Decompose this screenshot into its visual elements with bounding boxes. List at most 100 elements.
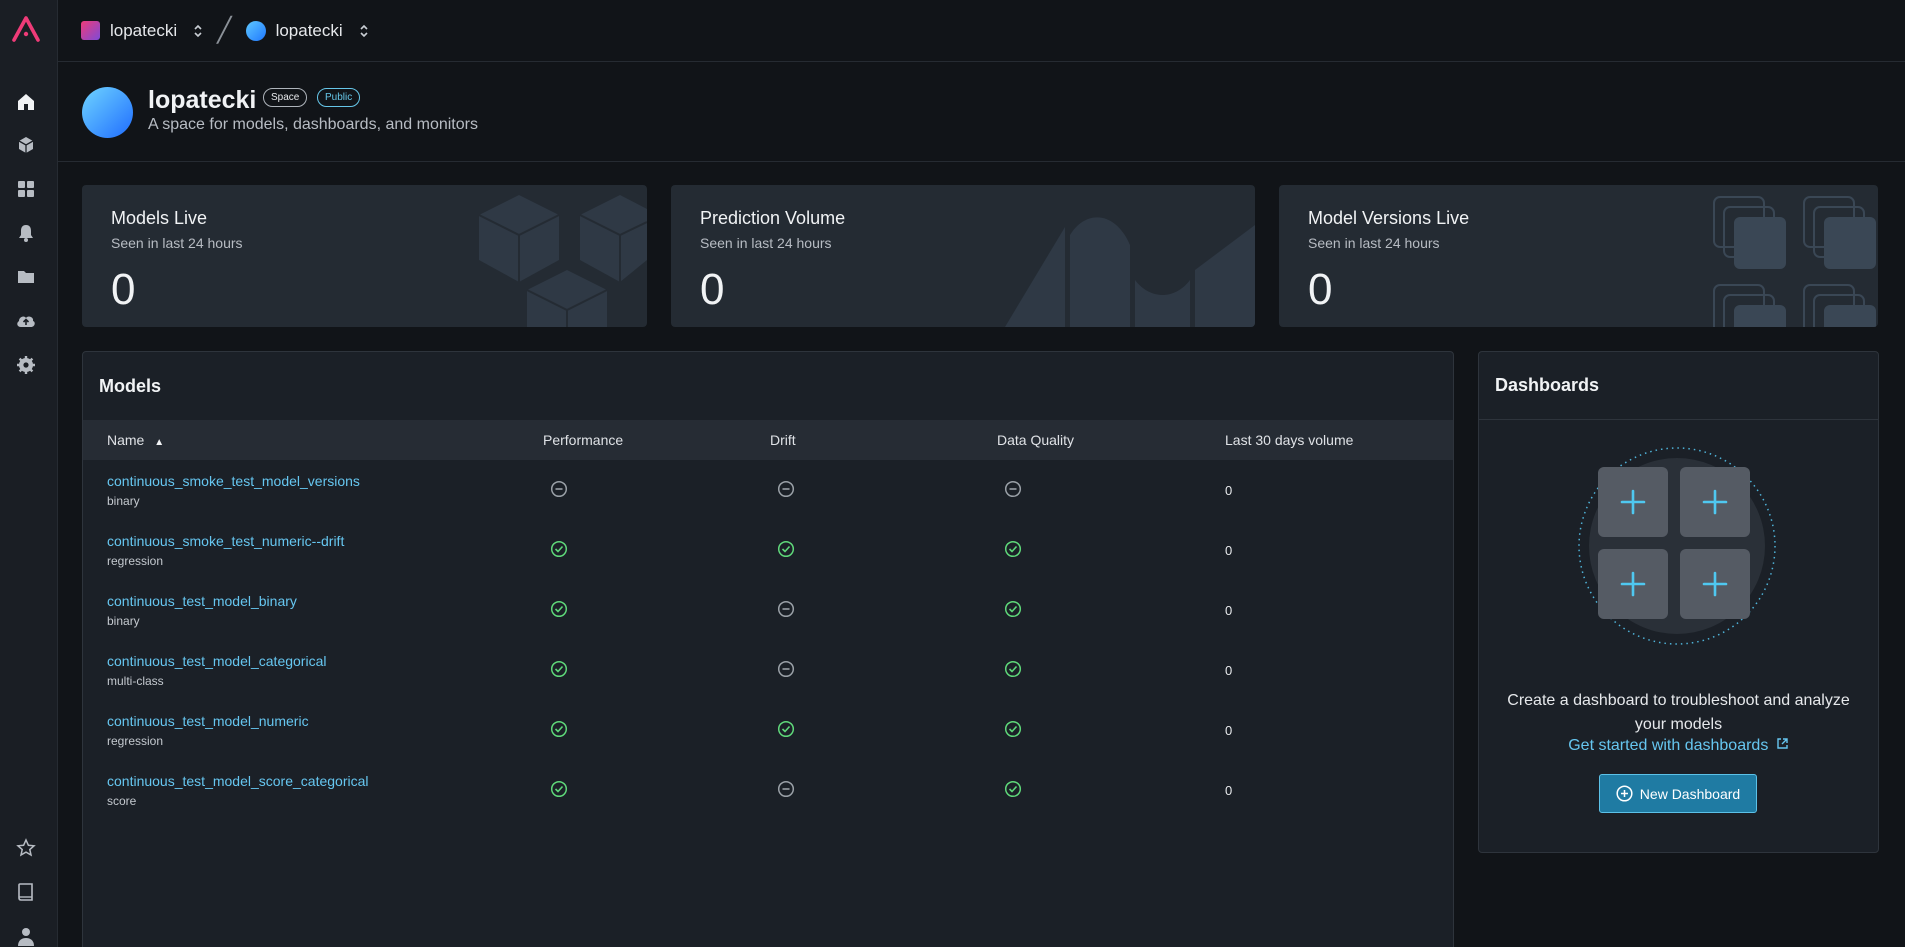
minus-circle-icon[interactable] <box>1004 480 1022 501</box>
space-avatar <box>245 20 266 41</box>
performance-status-cell <box>543 760 770 820</box>
breadcrumb-separator: ╱ <box>217 17 232 44</box>
cube-icon[interactable] <box>14 133 38 157</box>
cubes-illustration <box>478 195 647 327</box>
check-circle-icon[interactable] <box>550 660 568 681</box>
volume-cell: 0 <box>1225 782 1233 798</box>
column-header-name[interactable]: Name ▲ <box>83 420 543 460</box>
model-type-label: score <box>107 793 137 808</box>
column-header-performance[interactable]: Performance <box>543 420 770 460</box>
drift-status-cell <box>770 580 997 640</box>
space-header: lopatecki Space Public A space for model… <box>58 62 1905 162</box>
model-name-cell: continuous_test_model_categorical multi-c… <box>83 640 543 700</box>
table-row[interactable]: continuous_smoke_test_numeric--drift regr… <box>83 520 1453 580</box>
model-name-link[interactable]: continuous_smoke_test_model_versions <box>107 473 543 489</box>
get-started-dashboards-link[interactable]: Get started with dashboards <box>1479 737 1878 755</box>
cloud-upload-icon[interactable] <box>14 309 38 333</box>
dashboards-panel-title: Dashboards <box>1479 352 1878 420</box>
minus-circle-icon[interactable] <box>777 600 795 621</box>
new-dashboard-button[interactable]: New Dashboard <box>1599 774 1757 813</box>
org-switcher[interactable]: lopatecki <box>81 21 203 41</box>
gear-icon[interactable] <box>14 353 38 377</box>
stat-value: 0 <box>1308 265 1333 314</box>
stat-card-model-versions-live: Model Versions Live Seen in last 24 hour… <box>1279 185 1878 327</box>
space-switcher[interactable]: lopatecki <box>245 20 369 41</box>
check-circle-icon[interactable] <box>1004 720 1022 741</box>
versions-illustration <box>1713 196 1876 327</box>
table-row[interactable]: continuous_test_model_numeric regression 0 <box>83 700 1453 760</box>
check-circle-icon[interactable] <box>1004 660 1022 681</box>
space-name: lopatecki <box>275 20 343 40</box>
bell-icon[interactable] <box>14 221 38 245</box>
star-icon[interactable] <box>14 836 38 860</box>
dashboards-empty-text: Create a dashboard to troubleshoot and a… <box>1507 692 1850 733</box>
data-quality-status-cell <box>997 520 1225 580</box>
model-name-cell: continuous_smoke_test_numeric--drift regr… <box>83 520 543 580</box>
model-name-cell: continuous_test_model_numeric regression <box>83 700 543 760</box>
column-header-data-quality[interactable]: Data Quality <box>997 420 1225 460</box>
performance-status-cell <box>543 520 770 580</box>
model-name-link[interactable]: continuous_test_model_score_categorical <box>107 773 543 789</box>
check-circle-icon[interactable] <box>550 600 568 621</box>
grid-icon[interactable] <box>14 177 38 201</box>
minus-circle-icon[interactable] <box>777 660 795 681</box>
stat-title: Models Live <box>111 208 208 228</box>
plus-circle-icon <box>1616 785 1633 802</box>
column-header-volume[interactable]: Last 30 days volume <box>1225 420 1453 460</box>
minus-circle-icon[interactable] <box>550 480 568 501</box>
table-row[interactable]: continuous_test_model_score_categoricals… <box>83 760 1453 820</box>
folder-icon[interactable] <box>14 265 38 289</box>
arize-logo-icon[interactable] <box>8 10 44 46</box>
check-circle-icon[interactable] <box>1004 780 1022 801</box>
stat-value: 0 <box>111 265 136 314</box>
drift-status-cell <box>770 460 997 520</box>
space-badge: Space <box>263 88 308 107</box>
user-icon[interactable] <box>14 924 38 947</box>
volume-cell: 0 <box>1225 542 1233 558</box>
stat-title: Model Versions Live <box>1308 208 1470 228</box>
check-circle-icon[interactable] <box>1004 540 1022 561</box>
org-name: lopatecki <box>110 20 178 40</box>
check-circle-icon[interactable] <box>550 720 568 741</box>
side-nav-rail <box>0 0 58 947</box>
drift-status-cell <box>770 520 997 580</box>
check-circle-icon[interactable] <box>550 540 568 561</box>
table-row[interactable]: continuous_smoke_test_model_versions bina… <box>83 460 1453 520</box>
models-panel: Models Name ▲ Performance Drift Data Qua… <box>82 351 1454 947</box>
model-name-link[interactable]: continuous_test_model_categorical <box>107 653 543 669</box>
performance-status-cell <box>543 460 770 520</box>
home-icon[interactable] <box>14 90 38 114</box>
minus-circle-icon[interactable] <box>777 780 795 801</box>
dashboards-panel: Dashboards Create a dashboard to trouble… <box>1478 351 1879 853</box>
model-name-link[interactable]: continuous_test_model_binary <box>107 593 543 609</box>
drift-status-cell <box>770 760 997 820</box>
table-row[interactable]: continuous_test_model_binary binary 0 <box>83 580 1453 640</box>
page-title: lopatecki <box>148 86 257 114</box>
models-panel-title: Models <box>99 375 162 396</box>
table-header-row: Name ▲ Performance Drift Data Quality La… <box>83 420 1453 460</box>
volume-chart-illustration <box>1005 217 1255 327</box>
model-name-link[interactable]: continuous_smoke_test_numeric--drift <box>107 533 543 549</box>
data-quality-status-cell <box>997 580 1225 640</box>
check-circle-icon[interactable] <box>1004 600 1022 621</box>
performance-status-cell <box>543 640 770 700</box>
stat-subtitle: Seen in last 24 hours <box>1308 235 1440 251</box>
check-circle-icon[interactable] <box>777 540 795 561</box>
models-table: Name ▲ Performance Drift Data Quality La… <box>83 420 1453 820</box>
check-circle-icon[interactable] <box>550 780 568 801</box>
minus-circle-icon[interactable] <box>777 480 795 501</box>
dashboard-grid-illustration <box>1578 447 1776 645</box>
volume-cell: 0 <box>1225 662 1233 678</box>
column-header-drift[interactable]: Drift <box>770 420 997 460</box>
performance-status-cell <box>543 700 770 760</box>
breadcrumb: lopatecki ╱ lopatecki <box>58 0 1905 62</box>
volume-cell: 0 <box>1225 722 1233 738</box>
model-name-cell: continuous_test_model_score_categoricals… <box>83 760 543 820</box>
model-type-label: regression <box>107 733 164 748</box>
check-circle-icon[interactable] <box>777 720 795 741</box>
stat-title: Prediction Volume <box>700 208 846 228</box>
table-row[interactable]: continuous_test_model_categorical multi-c… <box>83 640 1453 700</box>
book-icon[interactable] <box>14 880 38 904</box>
space-description: A space for models, dashboards, and moni… <box>148 116 478 133</box>
model-name-link[interactable]: continuous_test_model_numeric <box>107 713 543 729</box>
